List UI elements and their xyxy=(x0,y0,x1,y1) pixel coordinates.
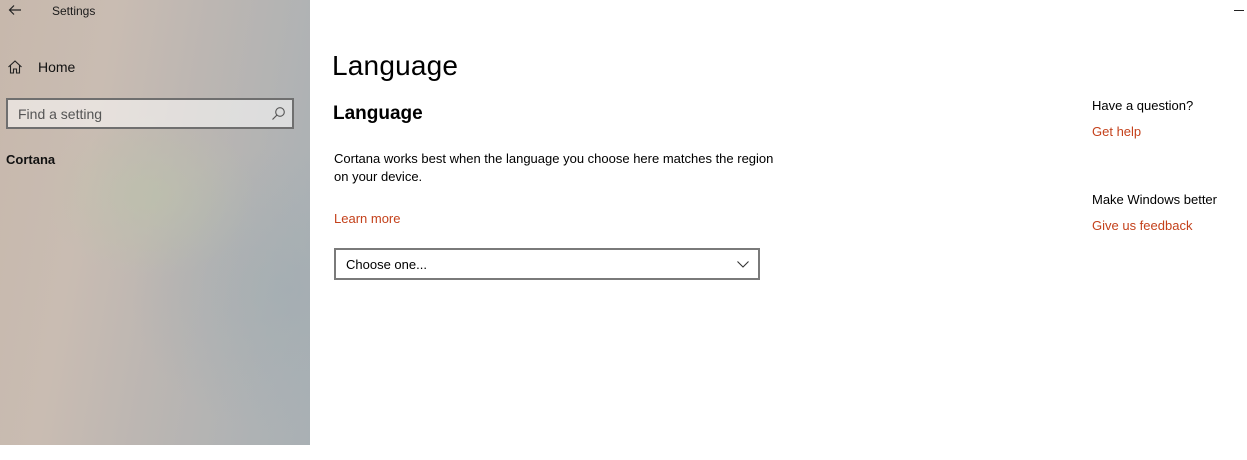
dropdown-selected-value: Choose one... xyxy=(346,257,427,272)
feedback-link[interactable]: Give us feedback xyxy=(1092,218,1192,233)
search-icon[interactable] xyxy=(271,106,286,121)
search-box[interactable] xyxy=(6,98,294,129)
back-arrow-icon xyxy=(8,5,21,15)
section-title: Language xyxy=(333,103,423,124)
back-button[interactable] xyxy=(6,1,24,19)
search-input[interactable] xyxy=(8,100,258,127)
sidebar-section-cortana: Cortana xyxy=(6,152,56,167)
learn-more-link[interactable]: Learn more xyxy=(334,211,400,226)
get-help-link[interactable]: Get help xyxy=(1092,124,1141,139)
improve-heading: Make Windows better xyxy=(1092,192,1217,207)
home-icon xyxy=(8,60,22,74)
sidebar-item-label: Home xyxy=(38,59,76,75)
app-title: Settings xyxy=(52,4,96,18)
main-content: Language Language Cortana works best whe… xyxy=(310,0,1247,460)
language-dropdown[interactable]: Choose one... xyxy=(334,248,760,280)
question-heading: Have a question? xyxy=(1092,98,1194,113)
page-title: Language xyxy=(332,50,459,81)
sidebar: Settings Home Cortana xyxy=(0,0,310,445)
settings-window: Settings Home Cortana Language Language … xyxy=(0,0,1247,460)
description-text: Cortana works best when the language you… xyxy=(334,151,774,184)
title-bar: Settings xyxy=(0,0,310,22)
sidebar-item-home[interactable]: Home xyxy=(0,56,310,78)
chevron-down-icon xyxy=(737,261,749,268)
minimize-icon[interactable] xyxy=(1231,0,1247,20)
